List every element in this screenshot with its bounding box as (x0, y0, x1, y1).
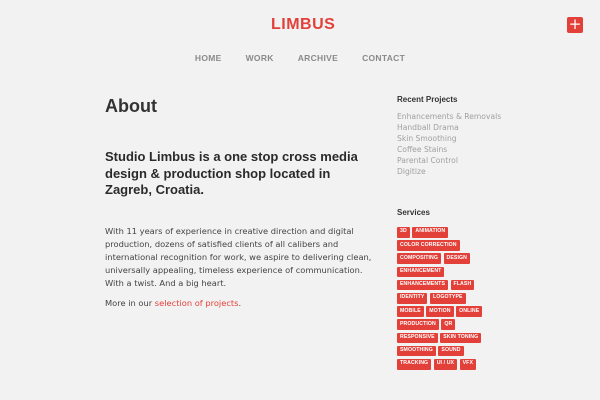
recent-project-link[interactable]: Skin Smoothing (397, 134, 457, 143)
service-tag[interactable]: MOBILE (397, 306, 424, 317)
service-tag[interactable]: COMPOSITING (397, 253, 441, 265)
main-nav: HOME WORK ARCHIVE CONTACT (0, 53, 600, 63)
logo[interactable]: LIMBUS (271, 16, 335, 34)
service-tag[interactable]: PRODUCTION (397, 319, 439, 330)
list-item: Parental Control (397, 155, 557, 166)
service-tag[interactable]: SKIN TONING (440, 332, 482, 344)
recent-projects: Recent Projects Enhancements & Removals … (397, 95, 557, 177)
recent-project-link[interactable]: Enhancements & Removals (397, 112, 501, 121)
service-tag[interactable]: SOUND (438, 345, 464, 357)
service-tag[interactable]: 3D (397, 227, 410, 238)
service-tag[interactable]: ONLINE (456, 306, 483, 317)
body-paragraph: With 11 years of experience in creative … (105, 226, 372, 288)
more-paragraph: More in our selection of projects. (105, 297, 241, 310)
service-tag[interactable]: MOTION (426, 306, 454, 317)
service-tag[interactable]: FLASH (450, 279, 475, 291)
recent-project-link[interactable]: Digitize (397, 167, 426, 176)
nav-home[interactable]: HOME (195, 53, 222, 63)
service-tag[interactable]: IDENTITY (397, 292, 428, 304)
nav-work[interactable]: WORK (246, 53, 274, 63)
service-tag[interactable]: DESIGN (443, 253, 470, 265)
list-item: Enhancements & Removals (397, 111, 557, 122)
service-tag[interactable]: ENHANCEMENT (397, 266, 445, 278)
recent-projects-heading: Recent Projects (397, 95, 458, 104)
lead-paragraph: Studio Limbus is a one stop cross media … (105, 149, 358, 197)
service-tag[interactable]: SMOOTHING (397, 345, 436, 357)
nav-archive[interactable]: ARCHIVE (298, 53, 338, 63)
menu-plus-button[interactable]: + (567, 17, 583, 33)
services: Services 3D ANIMATION COLOR CORRECTION C… (397, 208, 497, 370)
list-item: Skin Smoothing (397, 133, 557, 144)
list-item: Handball Drama (397, 122, 557, 133)
service-tag[interactable]: LOGOTYPE (429, 292, 466, 304)
recent-project-link[interactable]: Handball Drama (397, 123, 459, 132)
services-heading: Services (397, 208, 430, 217)
page-title: About (105, 96, 157, 116)
recent-project-link[interactable]: Parental Control (397, 156, 458, 165)
list-item: Digitize (397, 166, 557, 177)
service-tag[interactable]: ENHANCEMENTS (397, 279, 449, 291)
list-item: Coffee Stains (397, 144, 557, 155)
services-tags: 3D ANIMATION COLOR CORRECTION COMPOSITIN… (397, 227, 493, 370)
service-tag[interactable]: VFX (459, 358, 476, 370)
service-tag[interactable]: TRACKING (397, 358, 432, 370)
more-prefix: More in our (105, 298, 155, 308)
service-tag[interactable]: ANIMATION (412, 227, 449, 238)
recent-projects-list: Enhancements & Removals Handball Drama S… (397, 111, 557, 177)
more-suffix: . (238, 298, 242, 308)
recent-project-link[interactable]: Coffee Stains (397, 145, 447, 154)
projects-link[interactable]: selection of projects (155, 298, 239, 308)
service-tag[interactable]: QR (441, 319, 456, 330)
service-tag[interactable]: UI / UX (433, 358, 458, 370)
service-tag[interactable]: RESPONSIVE (397, 332, 438, 344)
nav-contact[interactable]: CONTACT (362, 53, 405, 63)
service-tag[interactable]: COLOR CORRECTION (397, 240, 460, 251)
